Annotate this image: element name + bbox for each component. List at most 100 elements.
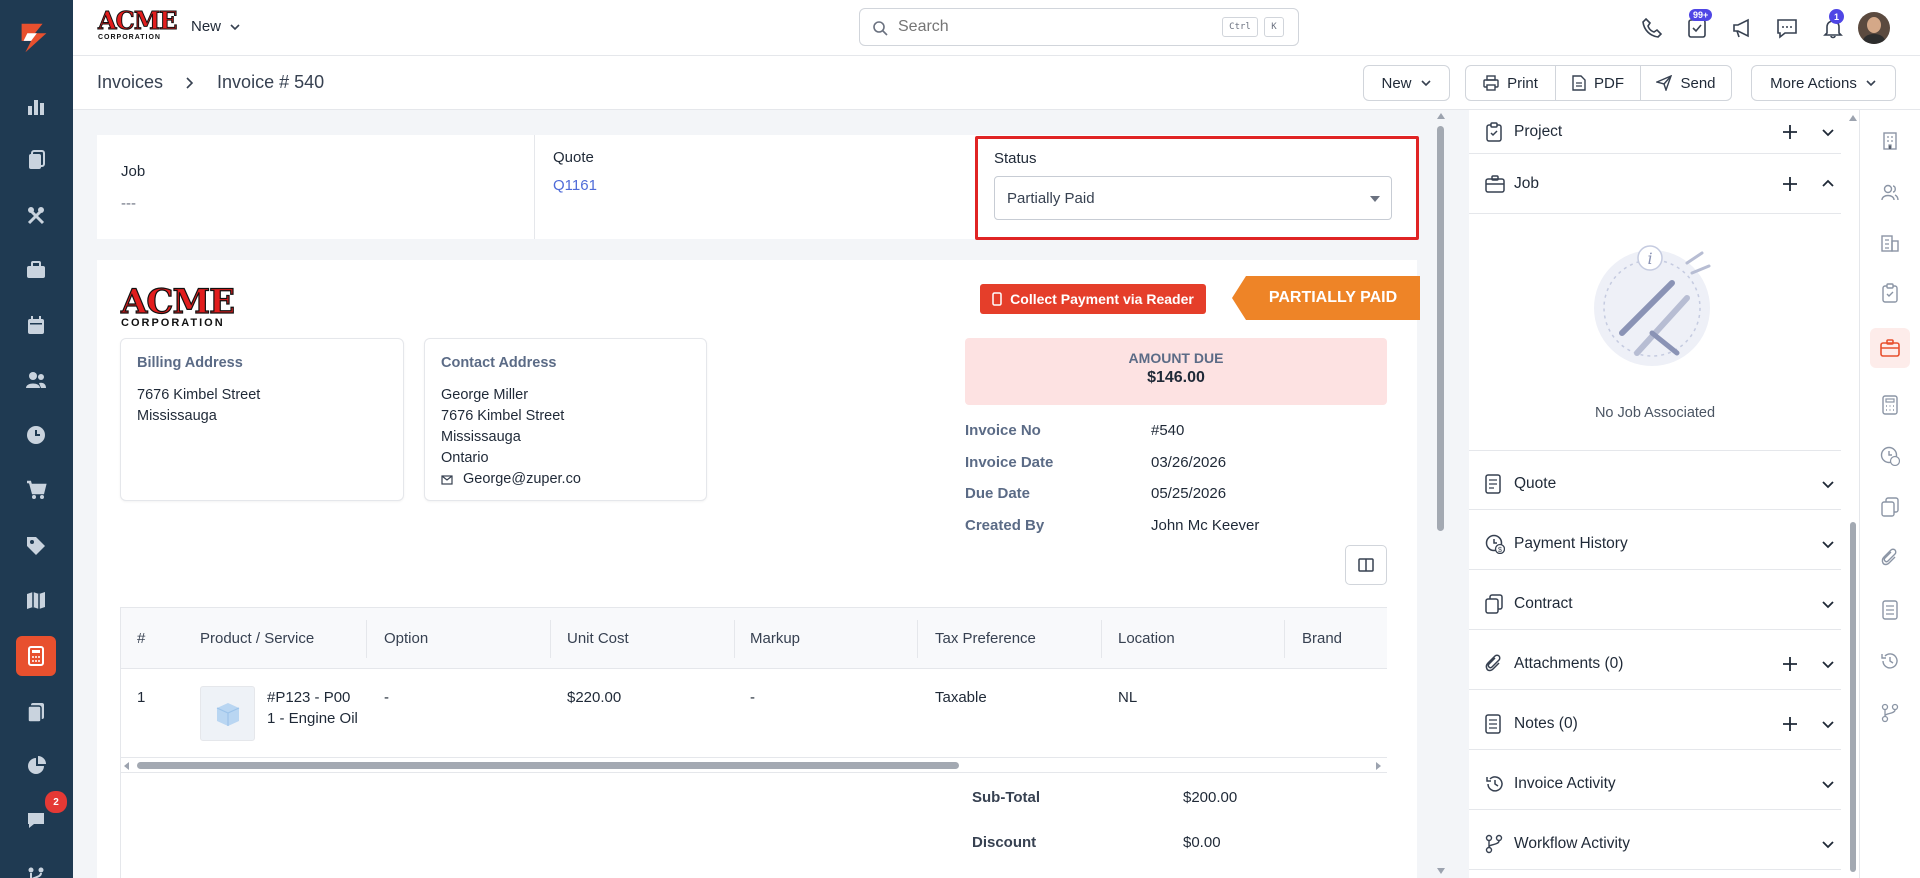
caret-down-icon bbox=[1370, 196, 1380, 202]
quotes-nav-icon[interactable] bbox=[16, 140, 56, 180]
more-actions-button[interactable]: More Actions bbox=[1751, 65, 1896, 101]
chevron-down-icon[interactable] bbox=[1821, 537, 1835, 551]
card-reader-icon bbox=[992, 292, 1002, 306]
section-quote[interactable]: Quote bbox=[1469, 458, 1841, 510]
clipboard-rail-icon[interactable] bbox=[1880, 283, 1900, 303]
phone-icon[interactable] bbox=[1641, 17, 1663, 39]
history-icon bbox=[1486, 775, 1503, 792]
payment-clock-icon: $ bbox=[1485, 534, 1505, 554]
cart-icon[interactable] bbox=[16, 470, 56, 510]
contact-email[interactable]: George@zuper.co bbox=[463, 469, 581, 490]
contact-line2: Mississauga bbox=[441, 429, 521, 445]
history-rail-icon[interactable] bbox=[1880, 651, 1900, 671]
table-scrollbar[interactable] bbox=[121, 757, 1387, 773]
notes-rail-icon[interactable] bbox=[1880, 600, 1900, 620]
jobs-nav-icon[interactable] bbox=[16, 250, 56, 290]
search-input[interactable] bbox=[898, 15, 1198, 39]
building-rail-icon[interactable] bbox=[1880, 131, 1900, 151]
chevron-down-icon[interactable] bbox=[1821, 125, 1835, 139]
calendar-icon[interactable] bbox=[16, 305, 56, 345]
subtotal-value: $200.00 bbox=[1183, 789, 1238, 806]
contacts-rail-icon[interactable] bbox=[1880, 182, 1900, 202]
jobs-rail-active[interactable] bbox=[1870, 328, 1910, 368]
no-job-text: No Job Associated bbox=[1594, 405, 1716, 421]
quote-link[interactable]: Q1161 bbox=[553, 177, 597, 194]
right-rail bbox=[1859, 110, 1920, 878]
customers-icon[interactable] bbox=[16, 360, 56, 400]
section-payment-history[interactable]: $ Payment History bbox=[1469, 518, 1841, 570]
add-attachment-icon[interactable] bbox=[1782, 656, 1798, 672]
mail-icon bbox=[441, 474, 453, 485]
scrollbar-thumb[interactable] bbox=[137, 762, 959, 769]
th-unit-cost: Unit Cost bbox=[567, 630, 629, 647]
columns-icon bbox=[1358, 558, 1374, 572]
status-field-highlight: Status Partially Paid bbox=[975, 136, 1419, 240]
new-dropdown[interactable]: New bbox=[191, 18, 241, 35]
contact-address-card: Contact Address George Miller 7676 Kimbe… bbox=[424, 338, 707, 501]
search-icon bbox=[873, 21, 888, 36]
section-job[interactable]: Job bbox=[1469, 154, 1841, 214]
new-button[interactable]: New bbox=[1363, 65, 1450, 101]
collect-payment-button[interactable]: Collect Payment via Reader bbox=[980, 284, 1206, 314]
send-icon bbox=[1656, 75, 1673, 91]
calculator-rail-icon[interactable] bbox=[1880, 395, 1900, 415]
chevron-down-icon bbox=[230, 23, 240, 30]
info-row-due-date: Due Date 05/25/2026 bbox=[965, 485, 1227, 502]
main-scrollbar-thumb[interactable] bbox=[1437, 126, 1444, 531]
tools-icon[interactable] bbox=[16, 196, 56, 236]
documents-icon[interactable] bbox=[16, 692, 56, 732]
section-notes[interactable]: Notes (0) bbox=[1469, 698, 1841, 750]
search-box[interactable]: Ctrl K bbox=[859, 8, 1299, 46]
organization-rail-icon[interactable] bbox=[1880, 233, 1900, 253]
analytics-pie-icon[interactable] bbox=[16, 746, 56, 786]
notifications-badge: 1 bbox=[1829, 9, 1844, 24]
invoices-nav-icon[interactable] bbox=[16, 636, 56, 676]
section-workflow-activity[interactable]: Workflow Activity bbox=[1469, 818, 1841, 870]
section-contract[interactable]: Contract bbox=[1469, 578, 1841, 630]
company-logo: ACME CORPORATION bbox=[120, 282, 235, 329]
chat-icon[interactable] bbox=[1776, 17, 1798, 39]
copy-rail-icon[interactable] bbox=[1880, 497, 1900, 517]
breadcrumb-root[interactable]: Invoices bbox=[97, 72, 163, 93]
map-icon[interactable] bbox=[16, 580, 56, 620]
app-logo-icon[interactable] bbox=[14, 18, 54, 58]
add-job-icon[interactable] bbox=[1782, 176, 1798, 192]
acme-logo[interactable]: ACME CORPORATION bbox=[98, 8, 179, 43]
tag-icon[interactable] bbox=[16, 526, 56, 566]
chevron-down-icon[interactable] bbox=[1821, 657, 1835, 671]
main-scrollbar[interactable] bbox=[1434, 110, 1448, 878]
status-select[interactable]: Partially Paid bbox=[994, 176, 1392, 220]
add-note-icon[interactable] bbox=[1782, 716, 1798, 732]
chevron-down-icon[interactable] bbox=[1821, 477, 1835, 491]
scroll-right-icon bbox=[1376, 762, 1381, 770]
add-project-icon[interactable] bbox=[1782, 124, 1798, 140]
megaphone-icon[interactable] bbox=[1731, 17, 1753, 39]
section-project[interactable]: Project bbox=[1469, 110, 1841, 154]
paperclip-rail-icon[interactable] bbox=[1880, 548, 1900, 568]
payment-clock-rail-icon[interactable] bbox=[1880, 446, 1900, 466]
job-value: --- bbox=[121, 195, 136, 212]
right-panel-scrollbar[interactable] bbox=[1847, 110, 1859, 878]
contact-name: George Miller bbox=[441, 387, 529, 403]
column-toggle-button[interactable] bbox=[1345, 545, 1387, 585]
table-row[interactable]: 1 #P123 - P00 1 - Engine Oil - $220.00 -… bbox=[121, 670, 1387, 756]
paperclip-icon bbox=[1485, 654, 1501, 671]
section-attachments[interactable]: Attachments (0) bbox=[1469, 638, 1841, 690]
pdf-button[interactable]: PDF bbox=[1555, 65, 1641, 101]
chevron-down-icon bbox=[1420, 80, 1431, 87]
chevron-up-icon[interactable] bbox=[1821, 177, 1835, 191]
timesheet-icon[interactable] bbox=[16, 415, 56, 455]
workflow-rail-icon[interactable] bbox=[1880, 703, 1900, 723]
print-button[interactable]: Print bbox=[1465, 65, 1556, 101]
chevron-down-icon[interactable] bbox=[1821, 717, 1835, 731]
kbd-ctrl: Ctrl bbox=[1222, 17, 1258, 37]
workflow-nav-icon[interactable] bbox=[16, 856, 56, 878]
chevron-down-icon[interactable] bbox=[1821, 597, 1835, 611]
chevron-down-icon[interactable] bbox=[1821, 777, 1835, 791]
chevron-down-icon[interactable] bbox=[1821, 837, 1835, 851]
avatar[interactable] bbox=[1858, 12, 1890, 44]
right-panel-scrollbar-thumb[interactable] bbox=[1850, 522, 1856, 872]
section-invoice-activity[interactable]: Invoice Activity bbox=[1469, 758, 1841, 810]
reports-icon[interactable] bbox=[16, 86, 56, 126]
send-button[interactable]: Send bbox=[1640, 65, 1732, 101]
